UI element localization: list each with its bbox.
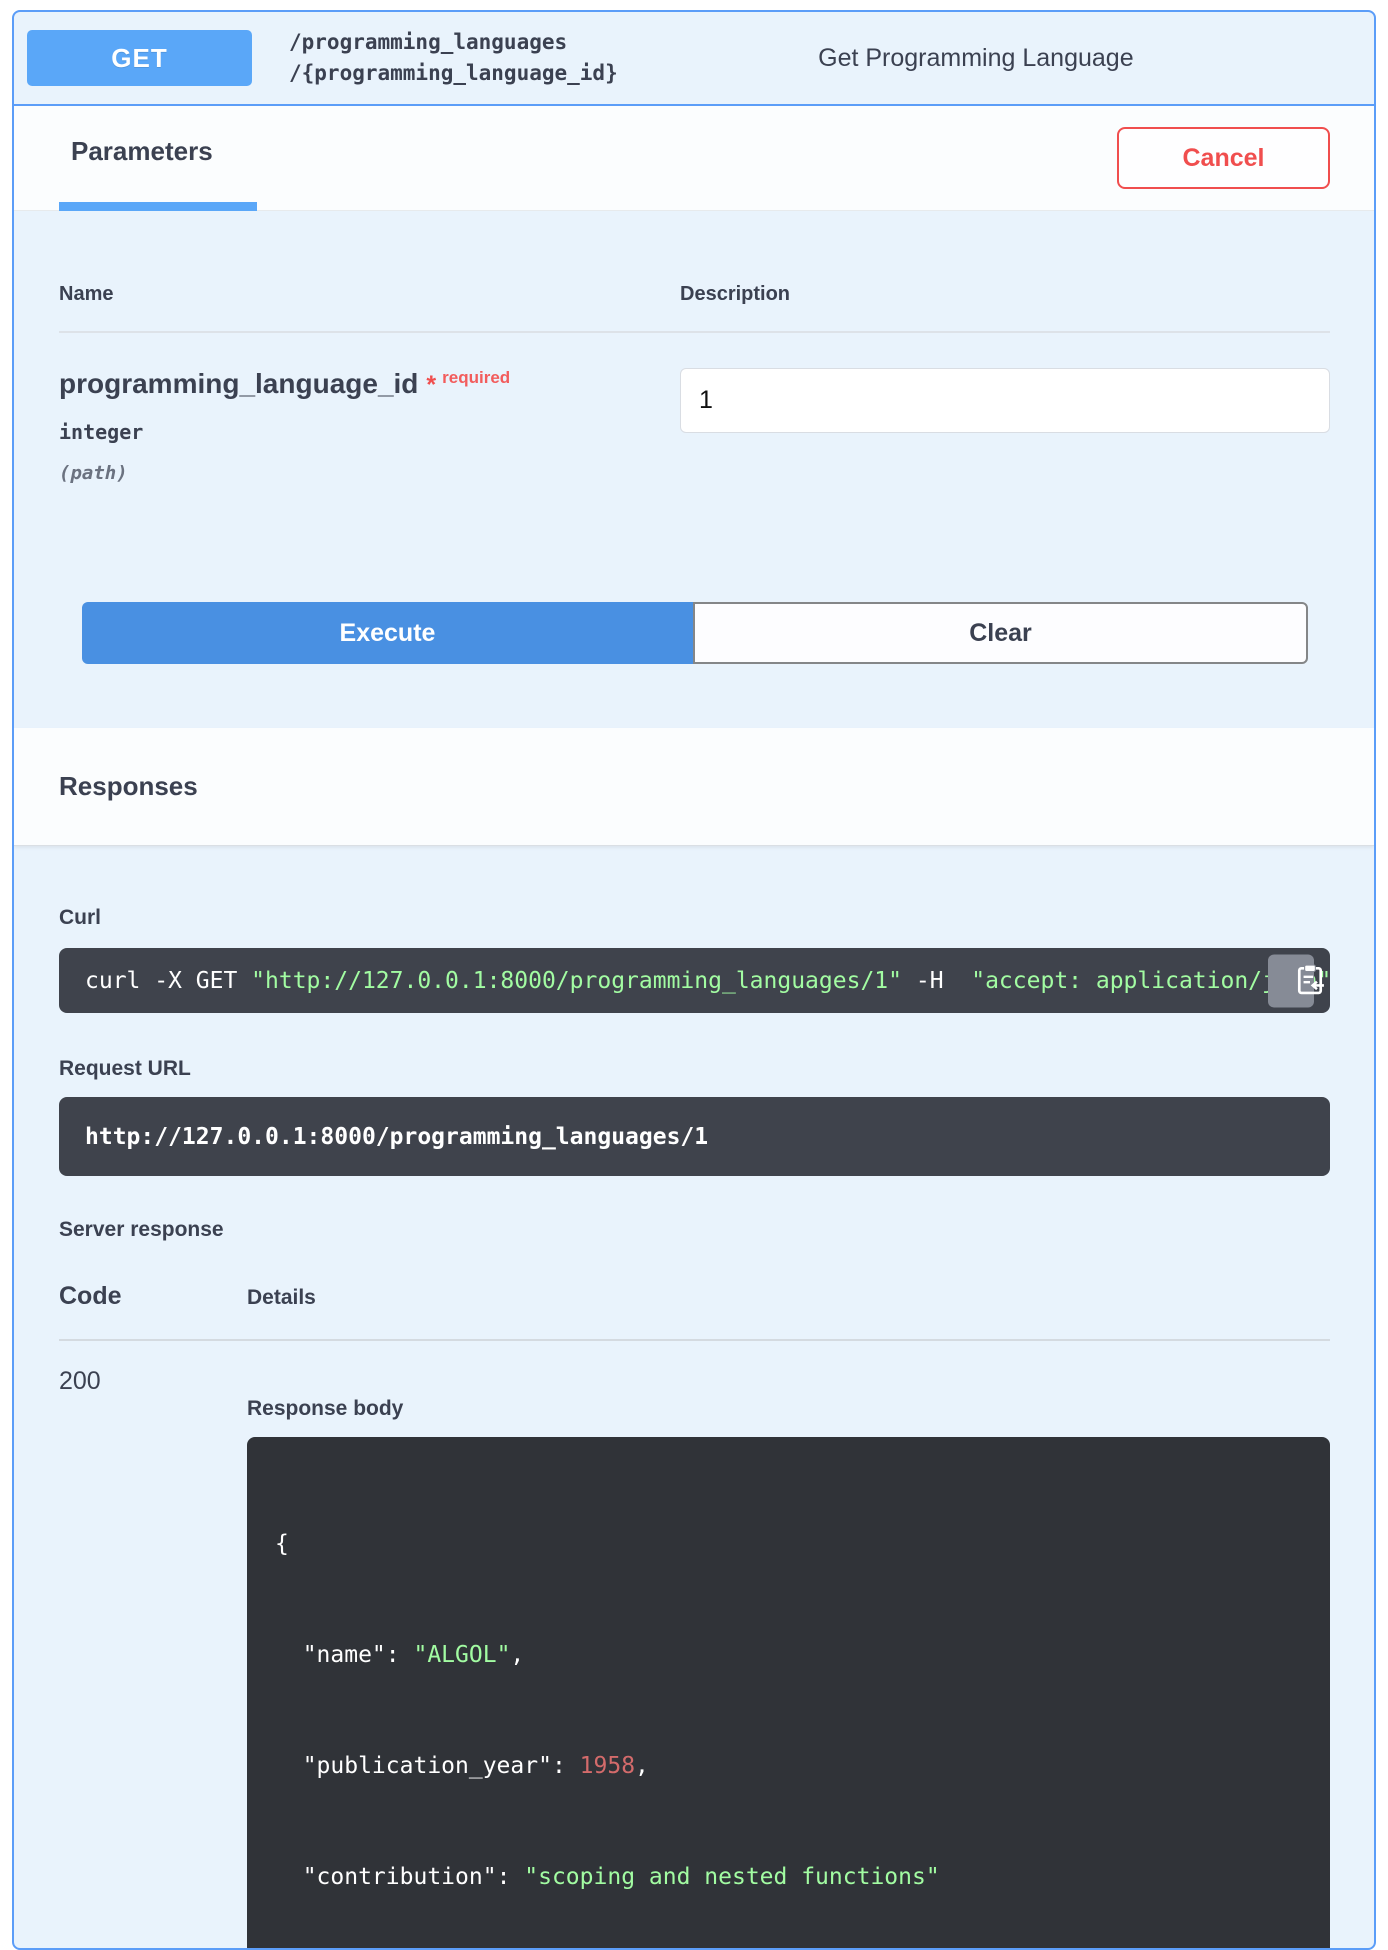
- operation-summary[interactable]: GET /programming_languages /{programming…: [14, 12, 1374, 106]
- response-table-divider: [59, 1339, 1330, 1341]
- operation-path-line1: /programming_languages: [289, 27, 618, 58]
- operation-path-line2: /{programming_language_id}: [289, 58, 618, 89]
- json-open-brace: {: [275, 1526, 1302, 1563]
- operation-path: /programming_languages /{programming_lan…: [289, 27, 618, 89]
- clear-button[interactable]: Clear: [693, 602, 1308, 664]
- execute-row: Execute Clear: [82, 602, 1308, 664]
- required-asterisk: *: [426, 371, 436, 399]
- curl-text: curl -X GET: [85, 968, 251, 994]
- execute-button[interactable]: Execute: [82, 602, 693, 664]
- request-url-label: Request URL: [59, 1057, 1330, 1081]
- responses-section: Curl curl -X GET "http://127.0.0.1:8000/…: [14, 846, 1374, 1950]
- response-body-block: { "name": "ALGOL", "publication_year": 1…: [247, 1437, 1330, 1950]
- clipboard-copy-icon: [1257, 948, 1324, 1013]
- required-label: required: [442, 368, 510, 387]
- parameters-table-head: Name Description: [59, 283, 1330, 306]
- status-code: 200: [59, 1367, 247, 1950]
- responses-title: Responses: [59, 771, 198, 802]
- column-header-name: Name: [59, 283, 680, 306]
- responses-header-bar: Responses: [14, 728, 1374, 846]
- column-header-code: Code: [59, 1282, 247, 1311]
- json-line-name: "name": "ALGOL",: [275, 1637, 1302, 1674]
- response-body-label: Response body: [247, 1397, 1330, 1421]
- curl-command-block: curl -X GET "http://127.0.0.1:8000/progr…: [59, 948, 1330, 1013]
- response-table-head: Code Details: [59, 1282, 1330, 1311]
- operation-block-get: GET /programming_languages /{programming…: [12, 10, 1376, 1950]
- parameter-info: programming_language_id * required integer…: [59, 368, 680, 484]
- method-badge-get[interactable]: GET: [27, 30, 252, 86]
- parameter-location: (path): [59, 462, 680, 484]
- table-divider: [59, 331, 1330, 333]
- parameter-name: programming_language_id: [59, 368, 418, 399]
- tab-parameters[interactable]: Parameters: [59, 106, 257, 211]
- operation-title: Get Programming Language: [618, 44, 1334, 73]
- curl-url-string: "http://127.0.0.1:8000/programming_langu…: [251, 968, 902, 994]
- json-line-contribution: "contribution": "scoping and nested func…: [275, 1859, 1302, 1896]
- cancel-button[interactable]: Cancel: [1117, 127, 1330, 189]
- curl-label: Curl: [59, 906, 1330, 930]
- curl-flag: -H: [902, 968, 957, 994]
- server-response-label: Server response: [59, 1218, 1330, 1242]
- parameter-row: programming_language_id * required integer…: [59, 368, 1330, 484]
- json-line-publication-year: "publication_year": 1958,: [275, 1748, 1302, 1785]
- parameter-description-cell: [680, 368, 1330, 484]
- parameters-section: Name Description programming_language_id…: [14, 211, 1374, 728]
- response-row-200: 200 Response body { "name": "ALGOL", "pu…: [59, 1367, 1330, 1950]
- parameters-header-bar: Parameters Cancel: [14, 106, 1374, 211]
- parameter-type: integer: [59, 420, 680, 444]
- column-header-description: Description: [680, 283, 790, 306]
- column-header-details: Details: [247, 1286, 316, 1310]
- request-url-value: http://127.0.0.1:8000/programming_langua…: [85, 1124, 708, 1150]
- response-details: Response body { "name": "ALGOL", "public…: [247, 1367, 1330, 1950]
- parameter-value-input[interactable]: [680, 368, 1330, 433]
- request-url-block: http://127.0.0.1:8000/programming_langua…: [59, 1097, 1330, 1176]
- copy-curl-button[interactable]: [1268, 954, 1314, 1007]
